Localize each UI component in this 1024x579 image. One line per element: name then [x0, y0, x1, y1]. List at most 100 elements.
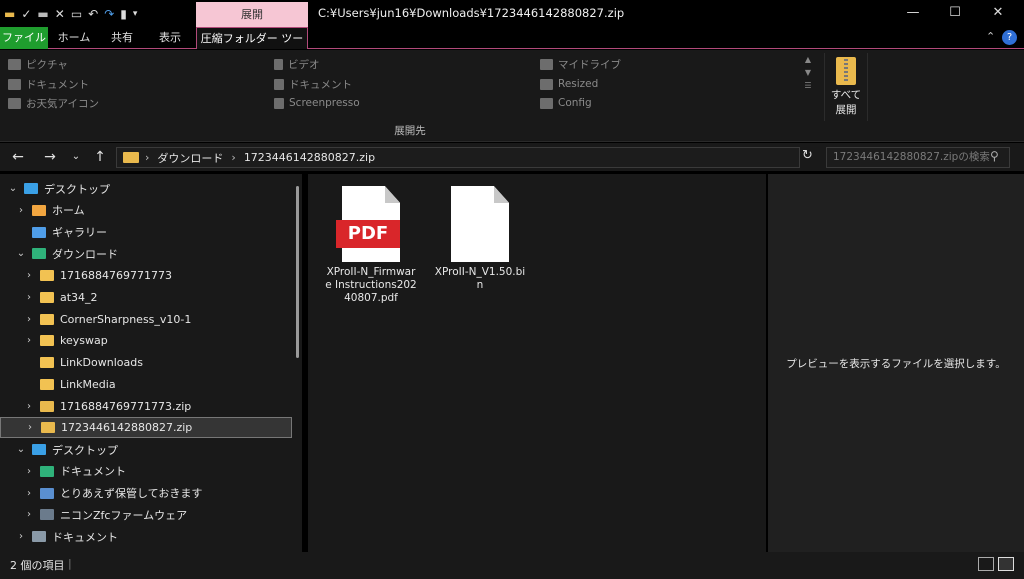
- delete-icon[interactable]: ✕: [55, 6, 65, 22]
- destination-resized[interactable]: Resized: [540, 76, 598, 92]
- tree-item[interactable]: LinkDownloads: [0, 352, 292, 373]
- folder-icon: [32, 248, 46, 260]
- context-tab-header: 展開: [196, 2, 308, 27]
- file-item-pdf[interactable]: PDF XProII-N_Firmware Instructions202408…: [324, 186, 418, 305]
- chevron-right-icon[interactable]: ›: [14, 531, 28, 542]
- breadcrumb-downloads[interactable]: ダウンロード: [157, 150, 223, 166]
- redo-icon[interactable]: ↷: [104, 6, 114, 22]
- destination-weather-icons[interactable]: お天気アイコン: [8, 95, 99, 111]
- chevron-right-icon[interactable]: ›: [22, 401, 36, 412]
- tree-item[interactable]: › 1716884769771773: [0, 265, 292, 286]
- tab-file[interactable]: ファイル: [0, 27, 48, 49]
- tree-item-label: LinkMedia: [60, 377, 116, 391]
- clipboard-icon[interactable]: ▮: [120, 6, 127, 22]
- gallery-scroll[interactable]: ▲ ▼ ☰: [802, 53, 814, 105]
- chevron-right-icon[interactable]: ›: [22, 270, 36, 281]
- properties-icon[interactable]: ✓: [21, 6, 31, 22]
- tree-item[interactable]: ⌄ ダウンロード: [0, 243, 292, 264]
- chevron-down-icon[interactable]: ⌄: [14, 444, 28, 455]
- forward-arrow-icon[interactable]: →: [40, 148, 60, 166]
- folder-icon: [40, 509, 54, 521]
- tree-item[interactable]: ギャラリー: [0, 222, 292, 243]
- tree-item[interactable]: › keyswap: [0, 330, 292, 351]
- maximize-button[interactable]: ☐: [941, 3, 969, 23]
- collapse-ribbon-icon[interactable]: ⌃: [986, 30, 995, 43]
- chevron-right-icon[interactable]: ›: [22, 509, 36, 520]
- destination-screenpresso[interactable]: Screenpresso: [274, 95, 360, 111]
- tree-item[interactable]: › とりあえず保管しておきます: [0, 483, 292, 504]
- chevron-down-icon[interactable]: ▾: [133, 6, 138, 22]
- undo-icon[interactable]: ↶: [88, 6, 98, 22]
- chevron-right-icon[interactable]: ›: [14, 205, 28, 216]
- tree-item[interactable]: › CornerSharpness_v10-1: [0, 309, 292, 330]
- folder-icon: [24, 183, 38, 194]
- nav-pane-scrollbar[interactable]: [296, 186, 299, 358]
- file-name: XProII-N_Firmware Instructions20240807.p…: [325, 266, 417, 304]
- large-icons-view-icon[interactable]: [998, 557, 1014, 571]
- tree-item[interactable]: ⌄ デスクトップ: [0, 439, 292, 460]
- preview-message: プレビューを表示するファイルを選択します。: [786, 358, 1006, 370]
- chevron-right-icon[interactable]: ›: [23, 422, 37, 433]
- up-arrow-icon[interactable]: ↑: [90, 148, 110, 166]
- generic-file-icon: [451, 186, 509, 262]
- tree-item[interactable]: › at34_2: [0, 287, 292, 308]
- tab-share[interactable]: 共有: [104, 27, 140, 49]
- destination-pictures[interactable]: ピクチャ: [8, 56, 68, 72]
- tab-home[interactable]: ホーム: [56, 27, 92, 49]
- help-icon[interactable]: ?: [1002, 30, 1017, 45]
- tab-compressed-folder-tools[interactable]: 圧縮フォルダー ツール: [196, 27, 308, 66]
- folder-icon: [40, 270, 54, 281]
- extract-all-button[interactable]: すべて 展開: [824, 53, 868, 121]
- chevron-down-icon[interactable]: ⌄: [14, 248, 28, 259]
- folder-icon: [8, 97, 21, 109]
- chevron-right-icon[interactable]: ›: [22, 335, 36, 346]
- folder-icon[interactable]: ▬: [4, 6, 15, 22]
- destination-config[interactable]: Config: [540, 95, 592, 111]
- file-item-bin[interactable]: XProII-N_V1.50.bin: [433, 186, 527, 292]
- chevron-right-icon[interactable]: ›: [22, 466, 36, 477]
- destination-documents[interactable]: ドキュメント: [8, 76, 89, 92]
- gallery-more-icon[interactable]: ☰: [802, 79, 814, 92]
- tree-item[interactable]: › ドキュメント: [0, 526, 292, 547]
- destination-documents-2[interactable]: ドキュメント: [274, 76, 352, 92]
- minimize-button[interactable]: —: [899, 3, 927, 23]
- chevron-right-icon[interactable]: ›: [22, 292, 36, 303]
- screenpresso-icon: [274, 97, 284, 109]
- address-bar[interactable]: › ダウンロード › 1723446142880827.zip ⌄: [116, 147, 912, 168]
- folder-icon: [40, 465, 54, 477]
- breadcrumb-zip[interactable]: 1723446142880827.zip: [244, 151, 375, 164]
- status-separator: |: [68, 557, 72, 570]
- recent-chevron-icon[interactable]: ⌄: [66, 148, 86, 166]
- scroll-down-icon[interactable]: ▼: [802, 66, 814, 79]
- tree-item-label: ホーム: [52, 204, 85, 218]
- back-arrow-icon[interactable]: ←: [8, 148, 28, 166]
- search-input[interactable]: 1723446142880827.zipの検索: [826, 147, 1010, 168]
- chevron-down-icon[interactable]: ⌄: [6, 183, 20, 194]
- folder-icon: [540, 58, 553, 70]
- tree-item-label: keyswap: [60, 334, 108, 348]
- details-view-icon[interactable]: [978, 557, 994, 571]
- status-bar: 2 個の項目 |: [0, 552, 1024, 579]
- tab-view[interactable]: 表示: [152, 27, 188, 49]
- chevron-right-icon[interactable]: ›: [22, 314, 36, 325]
- destination-videos[interactable]: ビデオ: [274, 56, 320, 72]
- tree-item[interactable]: LinkMedia: [0, 374, 292, 395]
- document-icon: [274, 78, 284, 90]
- tree-item[interactable]: › 1723446142880827.zip: [0, 417, 292, 439]
- new-folder-icon[interactable]: ▬: [37, 6, 48, 22]
- tree-item-label: デスクトップ: [44, 182, 110, 196]
- tree-item[interactable]: › ニコンZfcファームウェア: [0, 504, 292, 525]
- search-icon[interactable]: ⚲: [990, 149, 999, 163]
- refresh-icon[interactable]: ↻: [802, 148, 818, 163]
- tree-item[interactable]: › ドキュメント: [0, 461, 292, 482]
- ribbon-tabs: ファイル ホーム 共有 表示 圧縮フォルダー ツール ⌃ ?: [0, 27, 1024, 66]
- scroll-up-icon[interactable]: ▲: [802, 53, 814, 66]
- tree-item[interactable]: ⌄ デスクトップ: [0, 178, 292, 199]
- chevron-right-icon[interactable]: ›: [22, 488, 36, 499]
- rename-icon[interactable]: ▭: [71, 6, 82, 22]
- close-button[interactable]: ✕: [984, 3, 1012, 23]
- tree-item[interactable]: › ホーム: [0, 200, 292, 221]
- folder-icon: [32, 226, 46, 238]
- destination-my-drive[interactable]: マイドライブ: [540, 56, 621, 72]
- tree-item[interactable]: › 1716884769771773.zip: [0, 396, 292, 417]
